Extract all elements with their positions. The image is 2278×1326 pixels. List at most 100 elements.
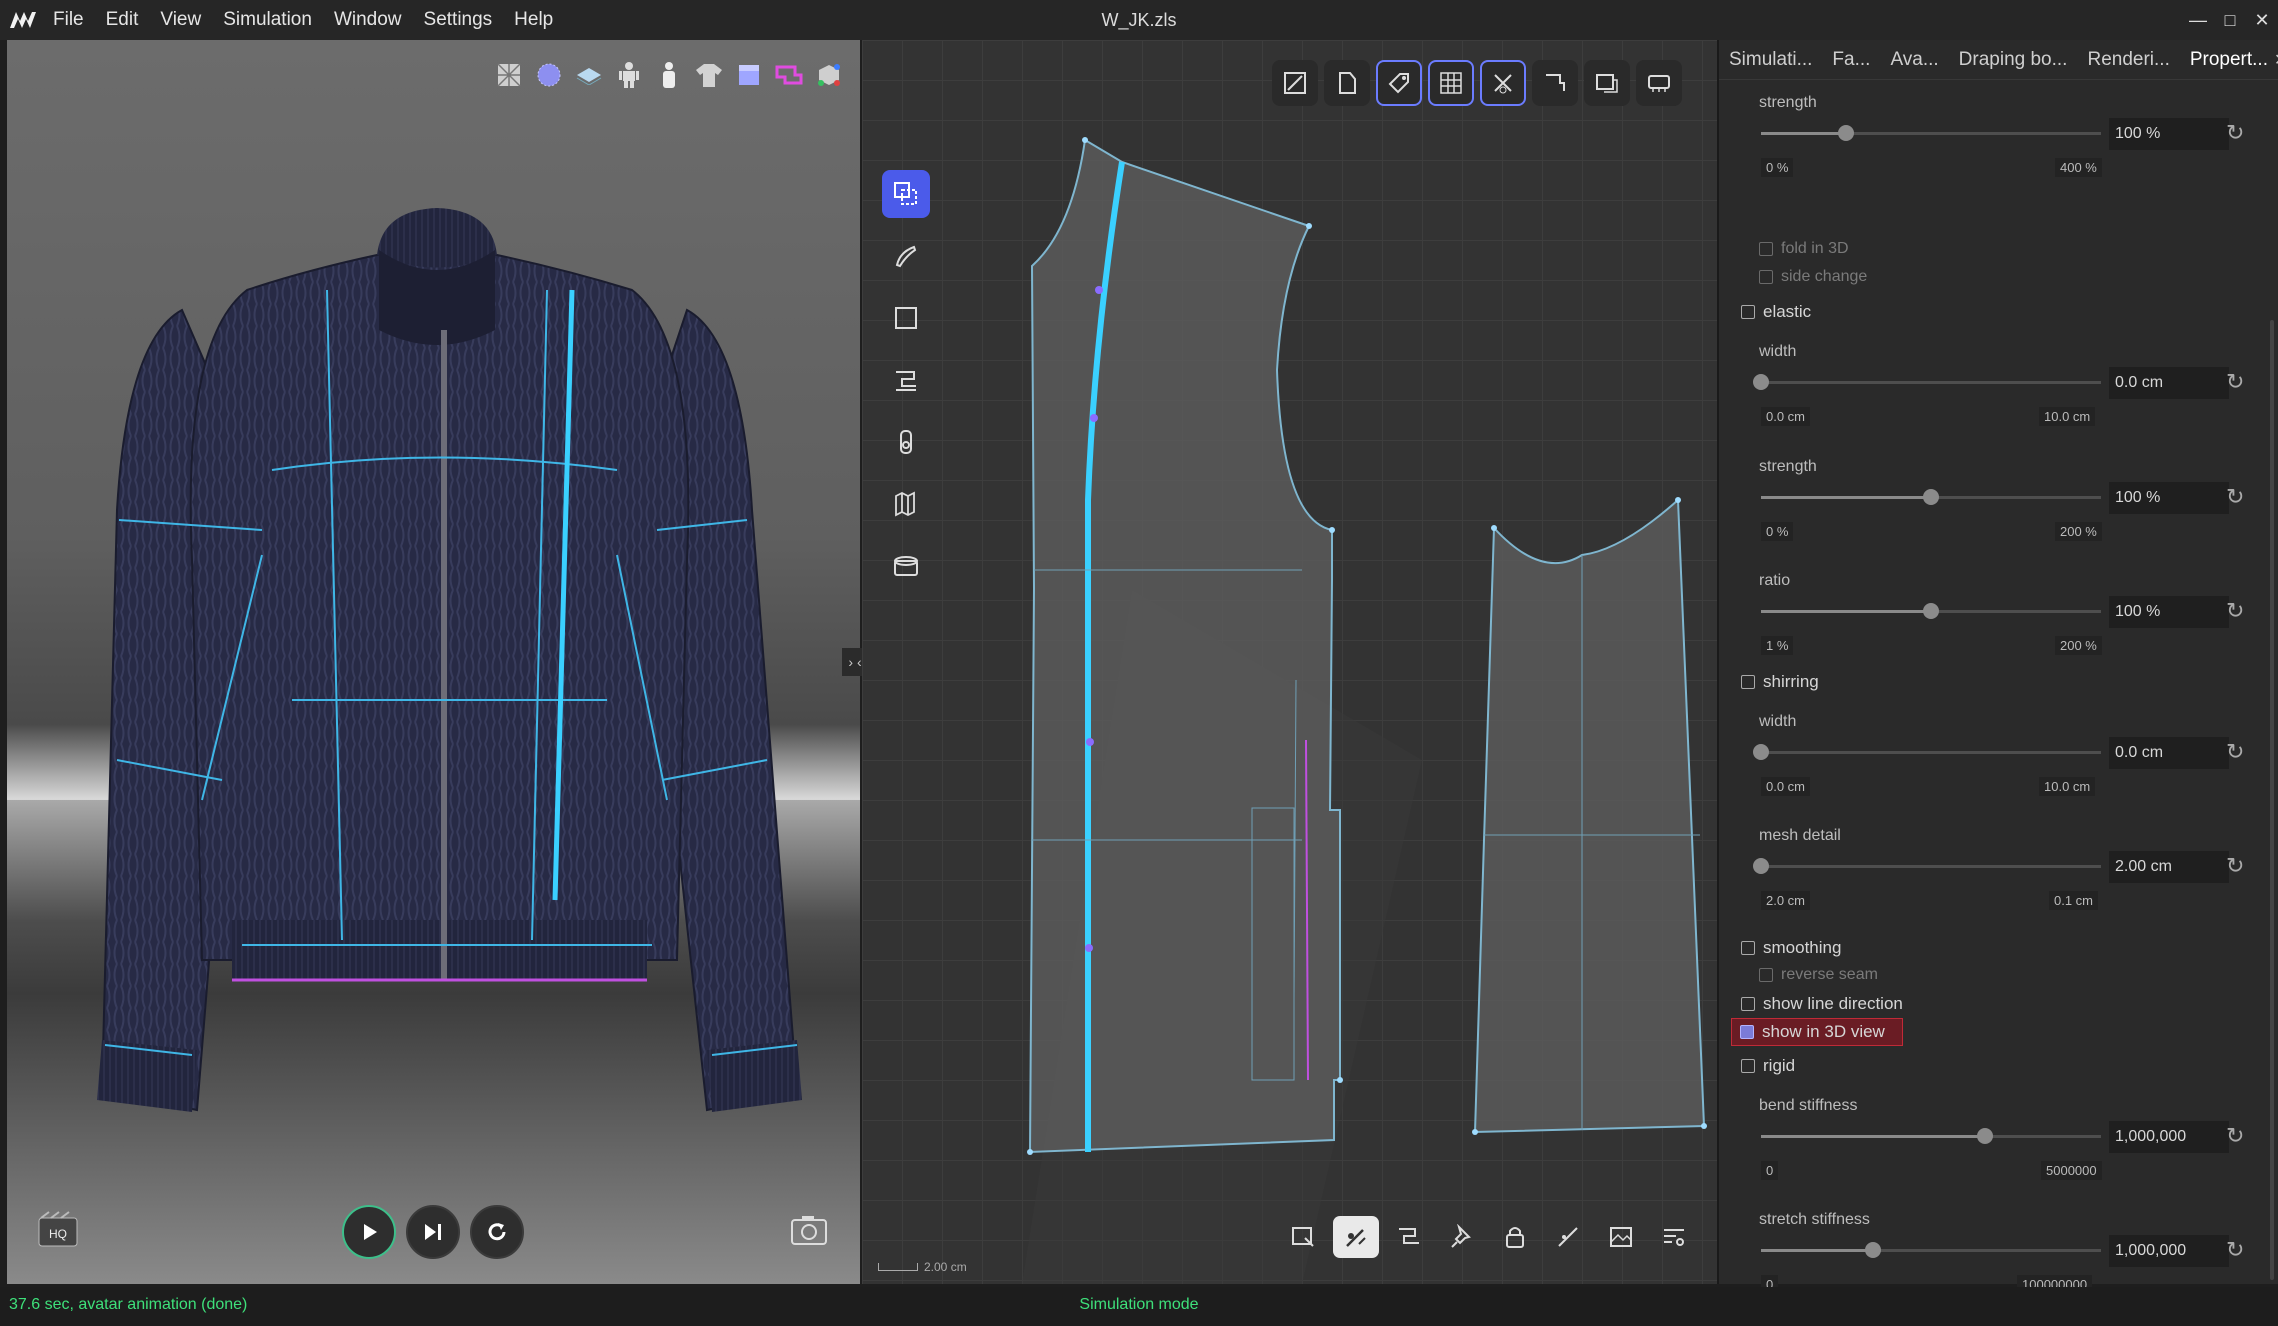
mesh-detail-label: mesh detail	[1759, 827, 1841, 844]
strength-reset-icon[interactable]: ↻	[2226, 120, 2244, 146]
ratio-knob[interactable]	[1923, 603, 1939, 619]
annotation-icon[interactable]	[1651, 1216, 1697, 1258]
menu-edit[interactable]: Edit	[95, 0, 150, 40]
tag-icon[interactable]	[1376, 60, 1422, 106]
menu-simulation[interactable]: Simulation	[212, 0, 323, 40]
close-icon[interactable]: ✕	[2246, 0, 2278, 40]
bend-stiffness-value[interactable]: 1,000,000	[2109, 1121, 2229, 1153]
mesh-detail-reset-icon[interactable]: ↻	[2226, 853, 2244, 879]
stretch-stiffness-reset-icon[interactable]: ↻	[2226, 1237, 2244, 1263]
elastic-strength-value[interactable]: 100 %	[2109, 482, 2229, 514]
tab-property[interactable]: Propert...	[2180, 40, 2278, 80]
mesh-detail-value[interactable]: 2.00 cm	[2109, 851, 2229, 883]
tab-rendering[interactable]: Renderi...	[2077, 40, 2179, 80]
panel-scrollbar[interactable]	[2270, 320, 2274, 1280]
ratio-reset-icon[interactable]: ↻	[2226, 598, 2244, 624]
zipper-icon[interactable]	[882, 418, 930, 466]
bend-stiffness-slider[interactable]	[1761, 1128, 2101, 1144]
show-line-direction-checkbox[interactable]: show line direction	[1741, 994, 1903, 1014]
hq-render-button[interactable]: HQ	[37, 1210, 81, 1250]
stretch-stiffness-label: stretch stiffness	[1759, 1211, 1870, 1228]
ratio-fill	[1761, 610, 1931, 613]
elastic-width-reset-icon[interactable]: ↻	[2226, 369, 2244, 395]
internal-line-icon[interactable]	[1532, 60, 1578, 106]
sewing-machine-icon[interactable]	[882, 356, 930, 404]
sewing-lines-icon[interactable]	[1480, 60, 1526, 106]
pattern-outline-icon[interactable]	[1324, 60, 1370, 106]
stretch-stiffness-slider[interactable]	[1761, 1242, 2101, 1258]
play-button[interactable]	[342, 1205, 396, 1259]
rectangle-tool-icon[interactable]	[882, 294, 930, 342]
shirring-width-slider[interactable]	[1753, 744, 2101, 760]
measure-icon[interactable]	[1636, 60, 1682, 106]
tab-fabric[interactable]: Fa...	[1822, 40, 1880, 80]
menu-settings[interactable]: Settings	[413, 0, 504, 40]
pin-icon[interactable]	[1439, 1216, 1485, 1258]
ratio-value[interactable]: 100 %	[2109, 596, 2229, 628]
bend-stiffness-knob[interactable]	[1977, 1128, 1994, 1144]
step-forward-button[interactable]	[406, 1205, 460, 1259]
edit-pattern-icon[interactable]	[1272, 60, 1318, 106]
3d-viewport[interactable]: HQ	[7, 40, 860, 1284]
tab-close-icon[interactable]: ✕	[2274, 50, 2278, 70]
elastic-strength-knob[interactable]	[1923, 489, 1939, 505]
2d-pattern-viewport[interactable]: 2.00 cm	[862, 40, 1717, 1284]
pen-tool-icon[interactable]	[882, 232, 930, 280]
fold-in-3d-checkbox[interactable]: fold in 3D	[1759, 240, 1849, 258]
tape-icon[interactable]	[882, 542, 930, 590]
cut-line-icon[interactable]	[1545, 1216, 1591, 1258]
strength-label: strength	[1759, 94, 1817, 111]
transform-pattern-icon[interactable]	[882, 170, 930, 218]
edit-sewing-icon[interactable]	[1386, 1216, 1432, 1258]
segment-select-icon[interactable]	[1333, 1216, 1379, 1258]
elastic-strength-slider[interactable]	[1761, 489, 2101, 505]
screenshot-camera-icon[interactable]	[788, 1210, 832, 1250]
stretch-stiffness-value[interactable]: 1,000,000	[2109, 1235, 2229, 1267]
jacket-3d-model[interactable]	[7, 40, 860, 1284]
lock-icon[interactable]	[1492, 1216, 1538, 1258]
mesh-detail-slider[interactable]	[1753, 858, 2101, 874]
elastic-width-knob[interactable]	[1753, 374, 1769, 390]
rigid-checkbox[interactable]: rigid	[1741, 1056, 1795, 1076]
menu-file[interactable]: File	[42, 0, 95, 40]
ratio-max: 200 %	[2055, 636, 2102, 655]
elastic-width-slider[interactable]	[1753, 374, 2101, 390]
elastic-strength-min: 0 %	[1761, 522, 1794, 541]
tab-avatar[interactable]: Ava...	[1880, 40, 1948, 80]
mesh-detail-knob[interactable]	[1753, 858, 1769, 874]
scale-label: 2.00 cm	[924, 1260, 967, 1274]
shirring-width-value[interactable]: 0.0 cm	[2109, 737, 2229, 769]
menu-view[interactable]: View	[149, 0, 212, 40]
menu-help[interactable]: Help	[503, 0, 564, 40]
menu-window[interactable]: Window	[323, 0, 413, 40]
shirring-width-reset-icon[interactable]: ↻	[2226, 739, 2244, 765]
pattern-pieces[interactable]	[862, 40, 1717, 1284]
fold-icon[interactable]	[882, 480, 930, 528]
stretch-stiffness-knob[interactable]	[1865, 1242, 1882, 1258]
elastic-strength-reset-icon[interactable]: ↻	[2226, 484, 2244, 510]
elastic-checkbox[interactable]: elastic	[1741, 302, 1811, 322]
minimize-icon[interactable]: —	[2182, 0, 2214, 40]
strength-knob[interactable]	[1838, 125, 1854, 141]
show-in-3d-view-checkbox[interactable]: show in 3D view	[1731, 1018, 1903, 1046]
reverse-seam-checkbox[interactable]: reverse seam	[1759, 966, 1878, 984]
tab-draping-board[interactable]: Draping bo...	[1949, 40, 2078, 80]
elastic-width-value[interactable]: 0.0 cm	[2109, 367, 2229, 399]
status-bar: 37.6 sec, avatar animation (done) Simula…	[0, 1287, 2278, 1326]
layout-icon[interactable]	[1584, 60, 1630, 106]
strength-slider[interactable]	[1761, 125, 2101, 141]
reset-button[interactable]	[470, 1205, 524, 1259]
grid-view-icon[interactable]	[1428, 60, 1474, 106]
shirring-width-knob[interactable]	[1753, 744, 1769, 760]
texture-icon[interactable]	[1598, 1216, 1644, 1258]
side-change-checkbox[interactable]: side change	[1759, 268, 1867, 286]
strength-value[interactable]: 100 %	[2109, 118, 2229, 150]
maximize-icon[interactable]: □	[2214, 0, 2246, 40]
scale-bar	[878, 1263, 918, 1271]
tab-simulation[interactable]: Simulati...	[1719, 40, 1822, 80]
bend-stiffness-reset-icon[interactable]: ↻	[2226, 1123, 2244, 1149]
shirring-checkbox[interactable]: shirring	[1741, 672, 1819, 692]
smoothing-checkbox[interactable]: smoothing	[1741, 938, 1841, 958]
select-icon[interactable]	[1280, 1216, 1326, 1258]
ratio-slider[interactable]	[1761, 603, 2101, 619]
